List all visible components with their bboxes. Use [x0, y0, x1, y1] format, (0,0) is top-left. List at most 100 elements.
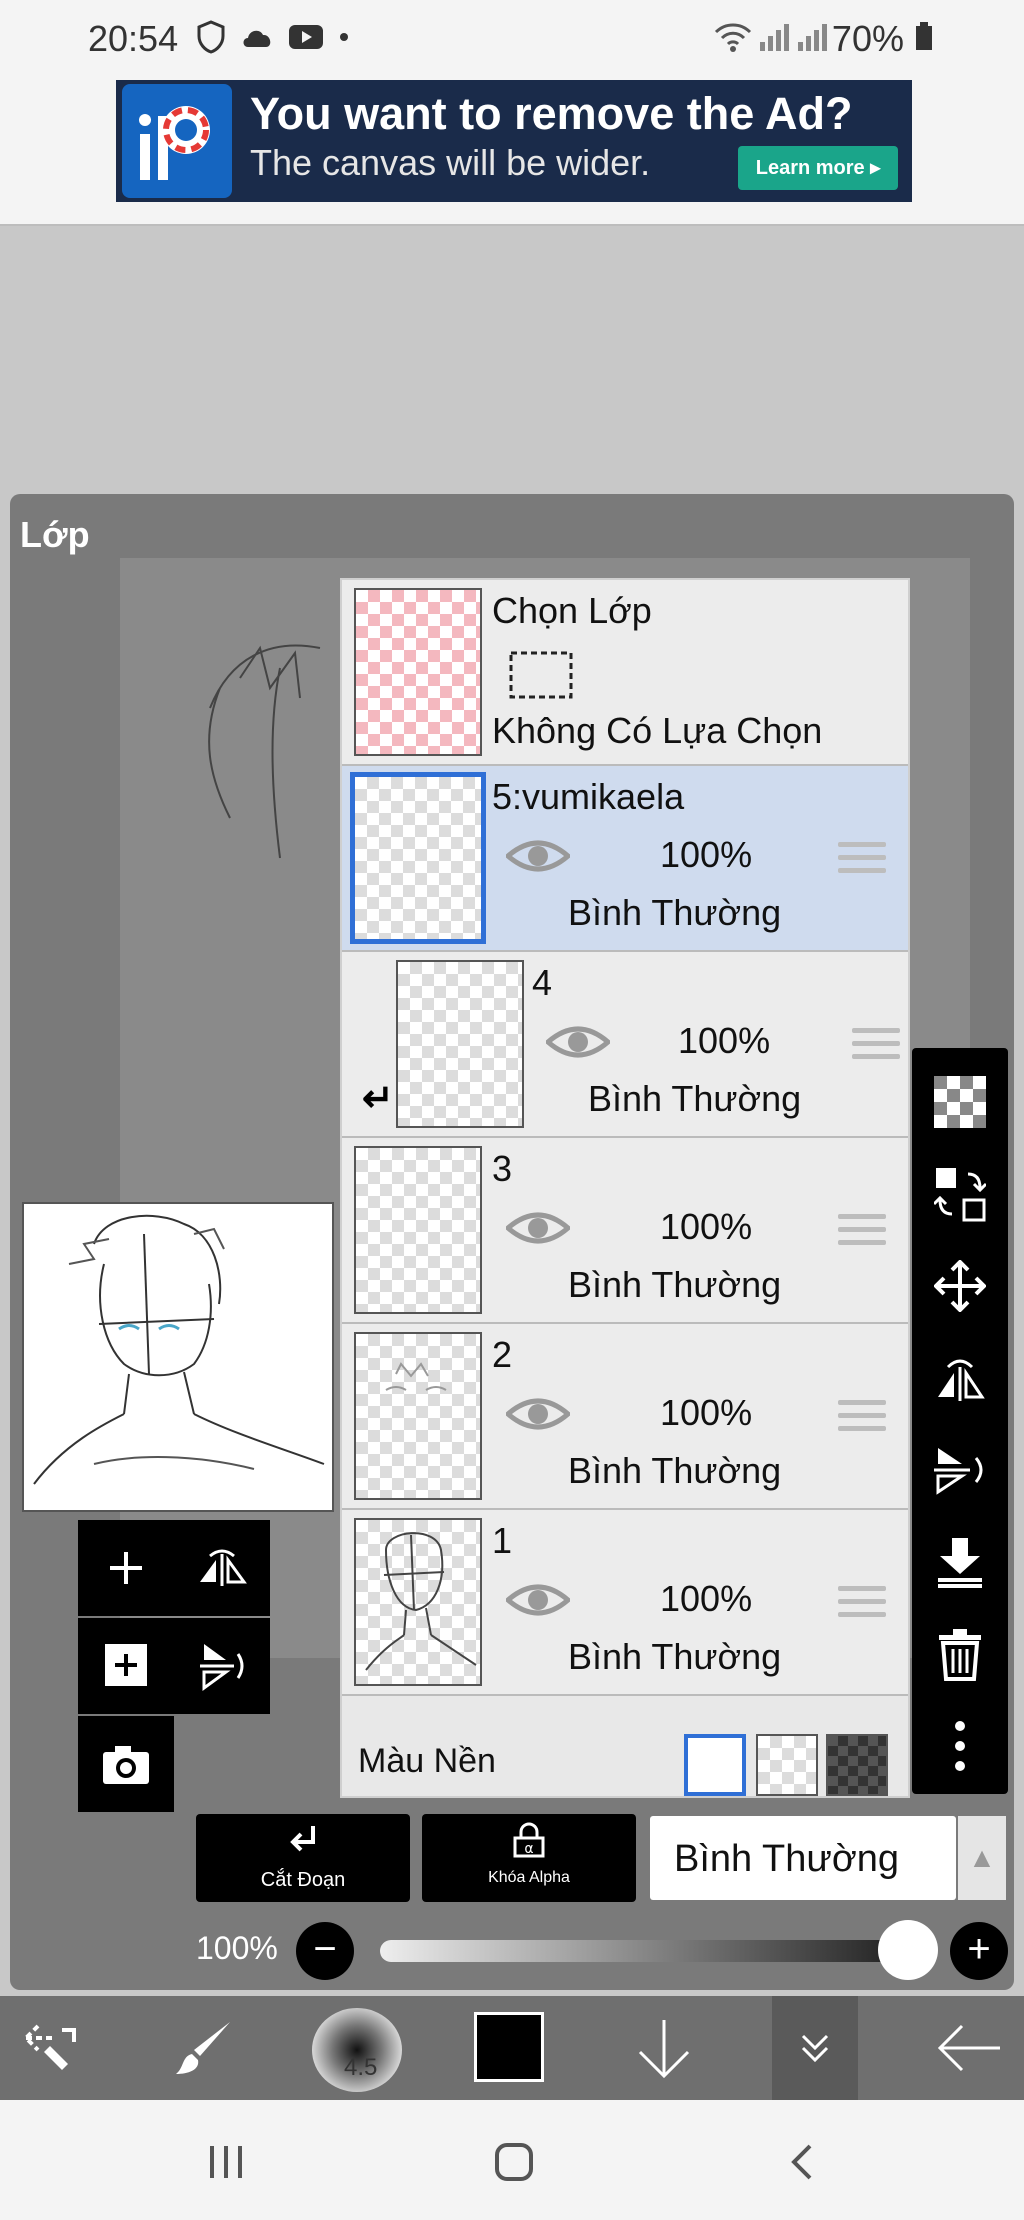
battery-icon [916, 22, 932, 50]
opacity-decrease-button[interactable]: − [296, 1922, 354, 1980]
camera-button[interactable] [78, 1716, 174, 1812]
layer-panel-toggle-button[interactable] [772, 1996, 858, 2100]
bottom-toolbar: 4.5 [0, 1996, 1024, 2100]
eye-icon[interactable] [506, 836, 570, 876]
eye-icon[interactable] [506, 1394, 570, 1434]
layer-row[interactable]: ↵ 4 100% Bình Thường [342, 952, 908, 1138]
more-options-button[interactable] [912, 1700, 1008, 1792]
layer-blend-mode: Bình Thường [568, 892, 782, 933]
tool-select-button[interactable] [10, 1996, 90, 2100]
layer-row[interactable]: 3 100% Bình Thường [342, 1138, 908, 1324]
selection-status: Không Có Lựa Chọn [492, 710, 823, 751]
cloud-icon [243, 30, 271, 47]
ad-subtitle: The canvas will be wider. [250, 142, 651, 183]
learn-more-button[interactable]: Learn more ▸ [738, 146, 898, 190]
bg-transparent-swatch[interactable] [756, 1734, 818, 1796]
brush-icon [176, 2022, 230, 2074]
transparency-button[interactable] [912, 1056, 1008, 1148]
layer-name: 5:vumikaela [492, 776, 685, 817]
drag-handle-icon[interactable] [852, 1028, 900, 1062]
flip-vertical-icon [200, 1644, 244, 1691]
delete-layer-button[interactable] [912, 1608, 1008, 1700]
left-tools [78, 1520, 270, 1812]
opacity-increase-button[interactable]: + [950, 1922, 1008, 1980]
layer-opacity: 100% [660, 1392, 753, 1433]
add-layer-button[interactable] [78, 1520, 174, 1616]
battery-percent: 70% [831, 18, 904, 59]
alpha-lock-button[interactable]: α Khóa Alpha [422, 1814, 636, 1902]
ad-banner[interactable]: You want to remove the Ad? The canvas wi… [116, 80, 912, 202]
layer-thumbnail [354, 1332, 482, 1500]
battery-status: 70% [832, 18, 934, 60]
blend-mode-dropdown-arrow[interactable]: ▲ [958, 1816, 1006, 1900]
layer-name: 3 [492, 1148, 513, 1189]
flip-vertical-icon [934, 1448, 983, 1495]
layer-down-button[interactable] [624, 1996, 704, 2100]
layer-row[interactable]: 1 100% Bình Thường [342, 1510, 908, 1696]
opacity-slider-handle[interactable] [878, 1920, 938, 1980]
brush-button[interactable] [164, 1996, 244, 2100]
flip-horizontal-button[interactable] [174, 1520, 270, 1616]
camera-icon [103, 1746, 149, 1784]
recent-apps-icon[interactable] [206, 2144, 246, 2180]
color-button[interactable] [474, 2012, 544, 2082]
bg-dark-swatch[interactable] [826, 1734, 888, 1796]
layer-panel: Lớp Chọn Lớp Không Có Lựa Chọn 5:vumikae… [10, 494, 1014, 1990]
layer-opacity: 100% [678, 1020, 771, 1061]
flip-vertical-button[interactable] [174, 1618, 270, 1714]
plus-icon [110, 1552, 142, 1584]
layer-row[interactable]: 2 100% Bình Thường [342, 1324, 908, 1510]
merge-down-icon [938, 1538, 982, 1588]
status-bar: 20:54 70% [0, 0, 1024, 80]
eye-icon[interactable] [546, 1022, 610, 1062]
layer-row[interactable]: 5:vumikaela 100% Bình Thường [342, 766, 908, 952]
system-nav-bar [0, 2100, 1024, 2220]
layer-blend-mode: Bình Thường [568, 1450, 782, 1491]
flip-horizontal-icon [938, 1359, 985, 1401]
layer-thumbnail [354, 1518, 482, 1686]
home-icon[interactable] [494, 2142, 534, 2182]
add-layer-copy-button[interactable] [78, 1618, 174, 1714]
status-time: 20:54 [88, 18, 179, 59]
layer-thumbnail [396, 960, 524, 1128]
eye-icon[interactable] [506, 1208, 570, 1248]
blend-mode-select[interactable]: Bình Thường [650, 1816, 956, 1900]
drag-handle-icon[interactable] [838, 1400, 886, 1434]
bg-white-swatch[interactable] [684, 1734, 746, 1796]
lock-icon: α [422, 1814, 636, 1869]
merge-down-button[interactable] [912, 1516, 1008, 1608]
drag-handle-icon[interactable] [838, 1586, 886, 1620]
background-label: Màu Nền [358, 1742, 496, 1780]
flip-horizontal-right-button[interactable] [912, 1332, 1008, 1424]
swap-layer-button[interactable] [912, 1148, 1008, 1240]
layer-thumbnail [350, 772, 486, 944]
selection-layer[interactable]: Chọn Lớp Không Có Lựa Chọn [342, 580, 908, 766]
layer-blend-mode: Bình Thường [568, 1636, 782, 1677]
move-button[interactable] [912, 1240, 1008, 1332]
brush-size-button[interactable]: 4.5 [312, 2008, 402, 2092]
shield-icon [197, 20, 225, 54]
canvas-thumbnail[interactable] [22, 1202, 334, 1512]
flip-vertical-right-button[interactable] [912, 1424, 1008, 1516]
opacity-slider[interactable] [380, 1940, 900, 1962]
clipping-icon [196, 1814, 410, 1869]
opacity-row: 100% − + [10, 1914, 1014, 1984]
arrow-left-icon [937, 2024, 1000, 2072]
selection-thumbnail [354, 588, 482, 756]
eye-icon[interactable] [506, 1580, 570, 1620]
trash-icon [939, 1629, 981, 1681]
dot-icon [340, 33, 348, 41]
blend-mode-value: Bình Thường [674, 1838, 900, 1880]
nav-back-icon[interactable] [786, 2142, 816, 2182]
drag-handle-icon[interactable] [838, 842, 886, 876]
layer-list: Chọn Lớp Không Có Lựa Chọn 5:vumikaela 1… [340, 578, 910, 1798]
arrow-down-icon [638, 2020, 690, 2079]
selection-rect-icon [509, 651, 573, 699]
drag-handle-icon[interactable] [838, 1214, 886, 1248]
clipping-button[interactable]: Cắt Đoạn [196, 1814, 410, 1902]
layer-blend-mode: Bình Thường [588, 1078, 802, 1119]
swap-icon [934, 1168, 986, 1222]
ad-container: You want to remove the Ad? The canvas wi… [0, 80, 1024, 226]
back-button[interactable] [924, 1996, 1014, 2100]
flip-horizontal-icon [200, 1549, 247, 1586]
